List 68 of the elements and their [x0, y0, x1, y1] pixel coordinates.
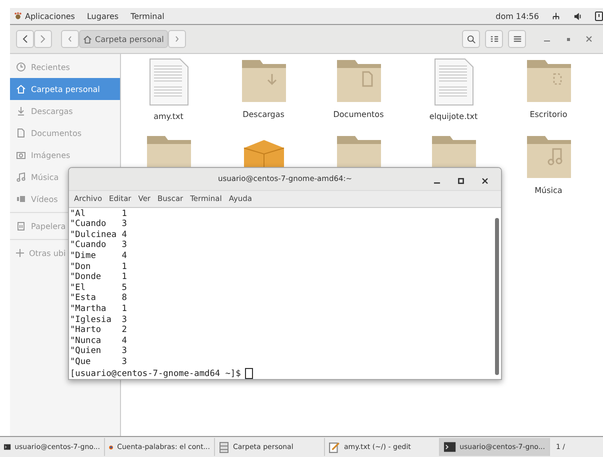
- view-options-button[interactable]: [485, 30, 503, 48]
- search-button[interactable]: [462, 30, 480, 48]
- camera-icon: [16, 150, 26, 160]
- trash-icon: [16, 221, 26, 231]
- terminal-line: "Que 3: [70, 356, 128, 368]
- applications-menu[interactable]: Aplicaciones: [14, 12, 75, 20]
- terminal-line: "Dime 4: [70, 251, 128, 262]
- close-icon: [586, 36, 592, 42]
- clock-icon: [16, 62, 26, 72]
- file-name: Música: [534, 186, 562, 195]
- terminal-line: "Iglesia 3: [70, 314, 128, 326]
- file-name: Documentos: [333, 110, 384, 119]
- text-editor-icon: [329, 442, 340, 452]
- terminal-icon: [444, 442, 456, 452]
- terminal-line: "Cuando 3: [70, 240, 128, 252]
- file-name: elquijote.txt: [429, 112, 478, 121]
- file-name: amy.txt: [154, 112, 184, 121]
- terminal-line: "Cuando 3: [70, 219, 128, 230]
- back-button[interactable]: [16, 30, 34, 48]
- file-cabinet-icon: [219, 442, 229, 452]
- top-bar-menu[interactable]: Lugares: [86, 12, 119, 20]
- terminal-line: "Nunca 4: [70, 336, 128, 346]
- text-cursor: [244, 368, 253, 379]
- terminal-line: "Harto 2: [70, 325, 128, 336]
- path-button[interactable]: Carpeta personal: [79, 30, 168, 48]
- top-bar-menu[interactable]: Terminal: [130, 12, 164, 20]
- chevron-right-icon: [40, 35, 46, 43]
- music-icon: [16, 172, 26, 182]
- maximize-icon: [458, 178, 464, 184]
- terminal-line: "Quien 3: [70, 346, 128, 357]
- folder-icon: [334, 58, 382, 104]
- chevron-left-icon: [68, 36, 72, 42]
- scrollbar[interactable]: [495, 218, 499, 375]
- home-icon: [83, 34, 92, 44]
- terminal-line: "Al 1: [70, 208, 128, 220]
- terminal-line: "Dulcinea 4: [70, 230, 128, 240]
- text-file-icon: [148, 58, 190, 106]
- terminal-line: "Don 1: [70, 262, 128, 272]
- terminal-icon: [4, 442, 11, 452]
- folder-icon: [524, 134, 572, 180]
- chevron-right-icon: [174, 36, 179, 42]
- terminal-line: "El 5: [70, 282, 128, 294]
- terminal-line: "Esta 8: [70, 293, 128, 304]
- volume-icon: [573, 12, 583, 20]
- document-icon: [16, 128, 26, 138]
- chevron-left-icon: [22, 35, 28, 43]
- list-icon: [490, 35, 498, 43]
- close-icon: [482, 178, 488, 184]
- network-icon: [551, 12, 561, 20]
- terminal-prompt: [usuario@centos-7-gnome-amd64 ~]$: [70, 368, 241, 378]
- terminal-line: "Martha 1: [70, 304, 128, 315]
- gnome-foot-icon: [14, 12, 22, 20]
- folder-icon: [524, 58, 572, 104]
- folder-icon: [240, 58, 288, 104]
- home-icon: [16, 84, 26, 94]
- search-icon: [466, 34, 476, 44]
- plus-icon: [16, 249, 24, 257]
- video-icon: [16, 194, 26, 204]
- terminal-line: "Donde 1: [70, 272, 128, 283]
- file-name: Escritorio: [530, 110, 568, 119]
- power-icon: [595, 11, 603, 21]
- menu-button[interactable]: [508, 30, 526, 48]
- text-file-icon: [432, 58, 474, 106]
- menu-icon: [512, 35, 522, 43]
- download-icon: [16, 106, 26, 116]
- file-name: Descargas: [242, 110, 284, 119]
- maximize-icon: [566, 36, 570, 42]
- clock[interactable]: dom 14:56: [496, 12, 539, 20]
